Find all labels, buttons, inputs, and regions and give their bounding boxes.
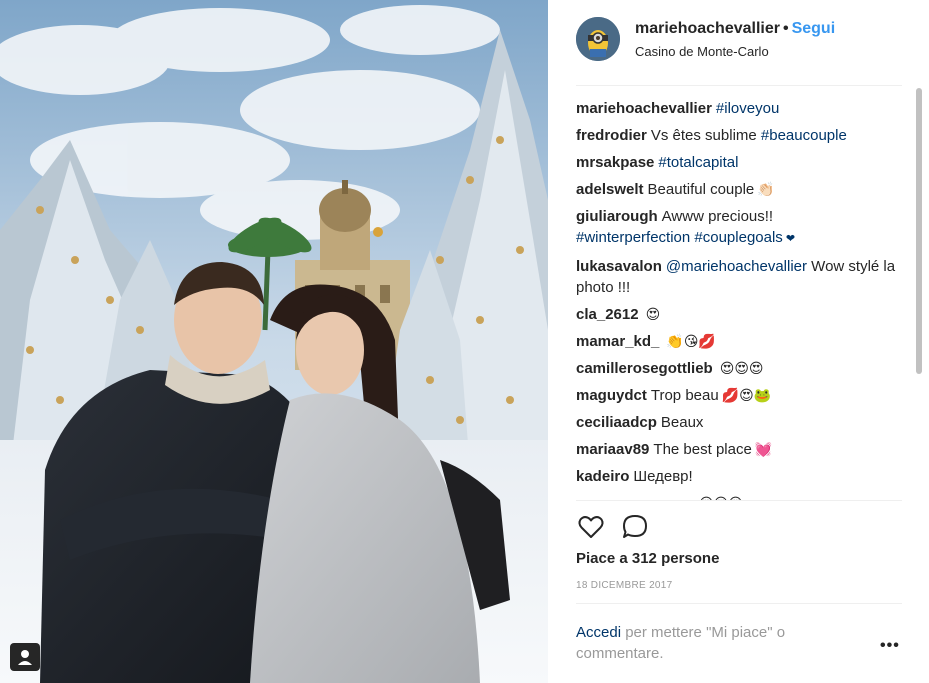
comment-username[interactable]: mamar_kd_ bbox=[576, 333, 659, 350]
tagged-people-icon[interactable] bbox=[10, 643, 40, 671]
header-user-line: mariehoachevallier • Segui bbox=[635, 20, 835, 38]
comment-username[interactable]: kadeiro bbox=[576, 468, 629, 485]
comments-list[interactable]: mariehoachevallier #iloveyou fredrodier Vs… bbox=[576, 86, 906, 500]
comment-text: Beaux bbox=[660, 414, 704, 431]
comment-text: The best place bbox=[653, 441, 752, 458]
comment-text: Trop beau bbox=[650, 387, 719, 404]
likes-count[interactable]: Piace a 312 persone bbox=[576, 550, 719, 567]
comment-hashtag[interactable]: #totalcapital bbox=[658, 154, 738, 171]
follow-button[interactable]: Segui bbox=[792, 20, 836, 37]
comment-item: kadeiro Шедевр! bbox=[576, 466, 906, 487]
comment-username[interactable]: mrsakpase bbox=[576, 154, 654, 171]
comment-text: Beautiful couple bbox=[647, 181, 755, 198]
comment-text: Awww precious!! bbox=[661, 208, 774, 225]
photo-illustration bbox=[0, 0, 548, 683]
post-header: mariehoachevallier • Segui Casino de Monte… bbox=[548, 0, 929, 84]
location-link[interactable]: Casino de Monte-Carlo bbox=[635, 44, 769, 59]
comment-username[interactable]: giuliarough bbox=[576, 208, 658, 225]
scrollbar-thumb[interactable] bbox=[916, 88, 922, 374]
comment-username[interactable]: mariaav89 bbox=[576, 441, 649, 458]
kiss-frog-emoji-icon: 💋😍🐸 bbox=[721, 387, 772, 403]
comment-username[interactable]: mariehoachevallier bbox=[576, 100, 712, 117]
separator-dot: • bbox=[782, 20, 789, 37]
heart-eyes-emoji-icon: 😍 bbox=[645, 306, 661, 322]
comment-username[interactable]: maguydct bbox=[576, 387, 647, 404]
post-date: 18 DICEMBRE 2017 bbox=[576, 580, 673, 591]
login-link[interactable]: Accedi bbox=[576, 624, 621, 641]
username-link[interactable]: mariehoachevallier bbox=[635, 20, 780, 37]
clapping-emoji-icon: 👏🏻 bbox=[757, 181, 775, 197]
comment-text: Vs êtes sublime bbox=[650, 127, 761, 144]
comment-hashtag[interactable]: #iloveyou bbox=[716, 100, 779, 117]
post-photo[interactable] bbox=[0, 0, 548, 683]
comment-username[interactable]: cla_2612 bbox=[576, 306, 639, 323]
comment-hashtag[interactable]: #beaucouple bbox=[761, 127, 847, 144]
heart-eyes-emoji-icon: 😍😍😍 bbox=[719, 360, 764, 376]
comment-item: maguydct Trop beau 💋😍🐸 bbox=[576, 385, 906, 406]
divider bbox=[576, 500, 902, 501]
comment-item: fredrodier Vs êtes sublime #beaucouple bbox=[576, 125, 906, 146]
comment-button[interactable] bbox=[620, 512, 652, 544]
comment-item: camillerosegottlieb 😍😍😍 bbox=[576, 358, 906, 379]
sparkling-heart-emoji-icon: 💓 bbox=[754, 441, 773, 457]
comment-item: adelswelt Beautiful couple 👏🏻 bbox=[576, 179, 906, 200]
comment-item: mariaav89 The best place 💓 bbox=[576, 439, 906, 460]
like-button[interactable] bbox=[576, 512, 608, 544]
comment-item: cla_2612 😍 bbox=[576, 304, 906, 325]
heart-outline-icon bbox=[578, 516, 604, 538]
comment-item: ceciliaadcp Beaux bbox=[576, 412, 906, 433]
comment-username[interactable]: adelswelt bbox=[576, 181, 644, 198]
post-details-panel: mariehoachevallier • Segui Casino de Monte… bbox=[548, 0, 929, 683]
comment-hashtag[interactable]: #winterperfection #couplegoals bbox=[576, 229, 783, 246]
clap-kiss-emoji-icon: 👏😘💋 bbox=[666, 333, 716, 349]
divider bbox=[576, 603, 902, 604]
heart-emoji-icon: ❤ bbox=[785, 233, 796, 245]
comments-scrollbar[interactable] bbox=[916, 88, 922, 500]
comment-item: mrsakpase #totalcapital bbox=[576, 152, 906, 173]
comment-username[interactable]: fredrodier bbox=[576, 127, 647, 144]
comment-item: giuliarough Awww precious!! #winterperfect… bbox=[576, 206, 906, 250]
speech-bubble-icon bbox=[623, 515, 647, 538]
comment-item: mariehoachevallier #iloveyou bbox=[576, 98, 906, 119]
comment-item: mamar_kd_ 👏😘💋 bbox=[576, 331, 906, 352]
comment-username[interactable]: lukasavalon bbox=[576, 258, 662, 275]
more-options-button[interactable]: ••• bbox=[880, 637, 900, 655]
comment-username[interactable]: camillerosegottlieb bbox=[576, 360, 713, 377]
avatar[interactable] bbox=[576, 17, 620, 61]
comment-item: 😍😍😍 bbox=[696, 493, 906, 500]
comment-mention[interactable]: @mariehoachevallier bbox=[666, 258, 807, 275]
login-prompt: Accedi per mettere "Mi piace" o commenta… bbox=[576, 622, 866, 664]
comment-text: Шедевр! bbox=[633, 468, 693, 485]
comment-item: lukasavalon @mariehoachevallier Wow stylé… bbox=[576, 256, 906, 298]
comment-username[interactable]: ceciliaadcp bbox=[576, 414, 657, 431]
